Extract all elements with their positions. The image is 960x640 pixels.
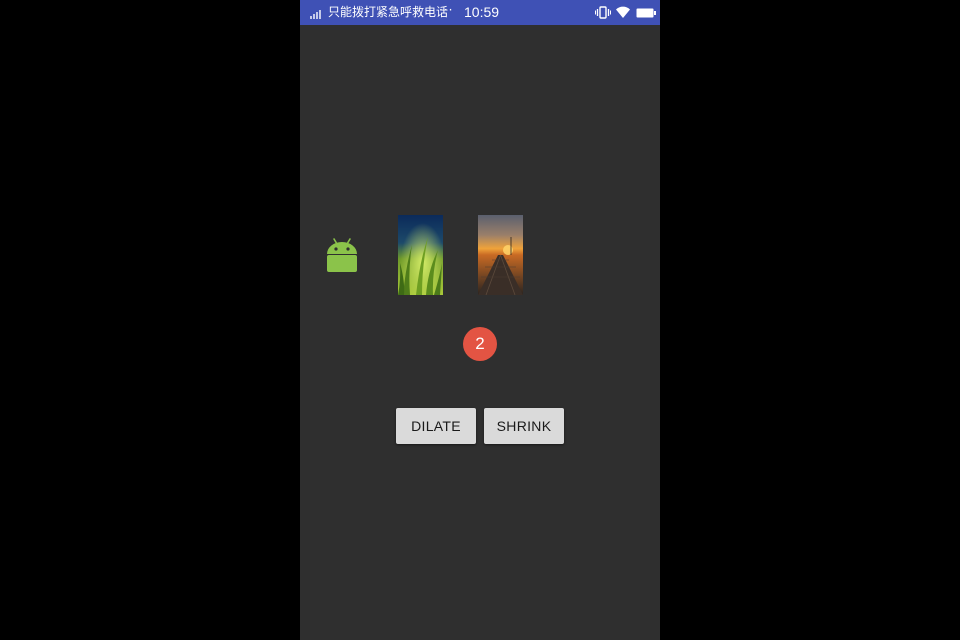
pier-sunset-photo[interactable] xyxy=(478,215,523,295)
dilate-button[interactable]: DILATE xyxy=(396,408,476,444)
shrink-button[interactable]: SHRINK xyxy=(484,408,564,444)
signal-icon xyxy=(310,10,321,19)
status-bar: 只能拨打紧急呼救电话 ··· 10:59 xyxy=(300,0,660,25)
pier-sunset-photo-image xyxy=(478,215,523,295)
wifi-icon xyxy=(616,6,630,18)
count-badge: 2 xyxy=(463,327,497,361)
phone-screen: 只能拨打紧急呼救电话 ··· 10:59 2 DILATE SHRINK xyxy=(300,0,660,640)
vibrate-icon xyxy=(595,6,611,19)
grass-photo[interactable] xyxy=(398,215,443,295)
android-icon xyxy=(327,238,357,272)
grass-photo-image xyxy=(398,215,443,295)
carrier-text: 只能拨打紧急呼救电话 xyxy=(328,5,449,19)
clock: 10:59 xyxy=(464,4,500,20)
battery-icon xyxy=(636,8,656,18)
more-notifications-indicator: ··· xyxy=(439,3,454,17)
